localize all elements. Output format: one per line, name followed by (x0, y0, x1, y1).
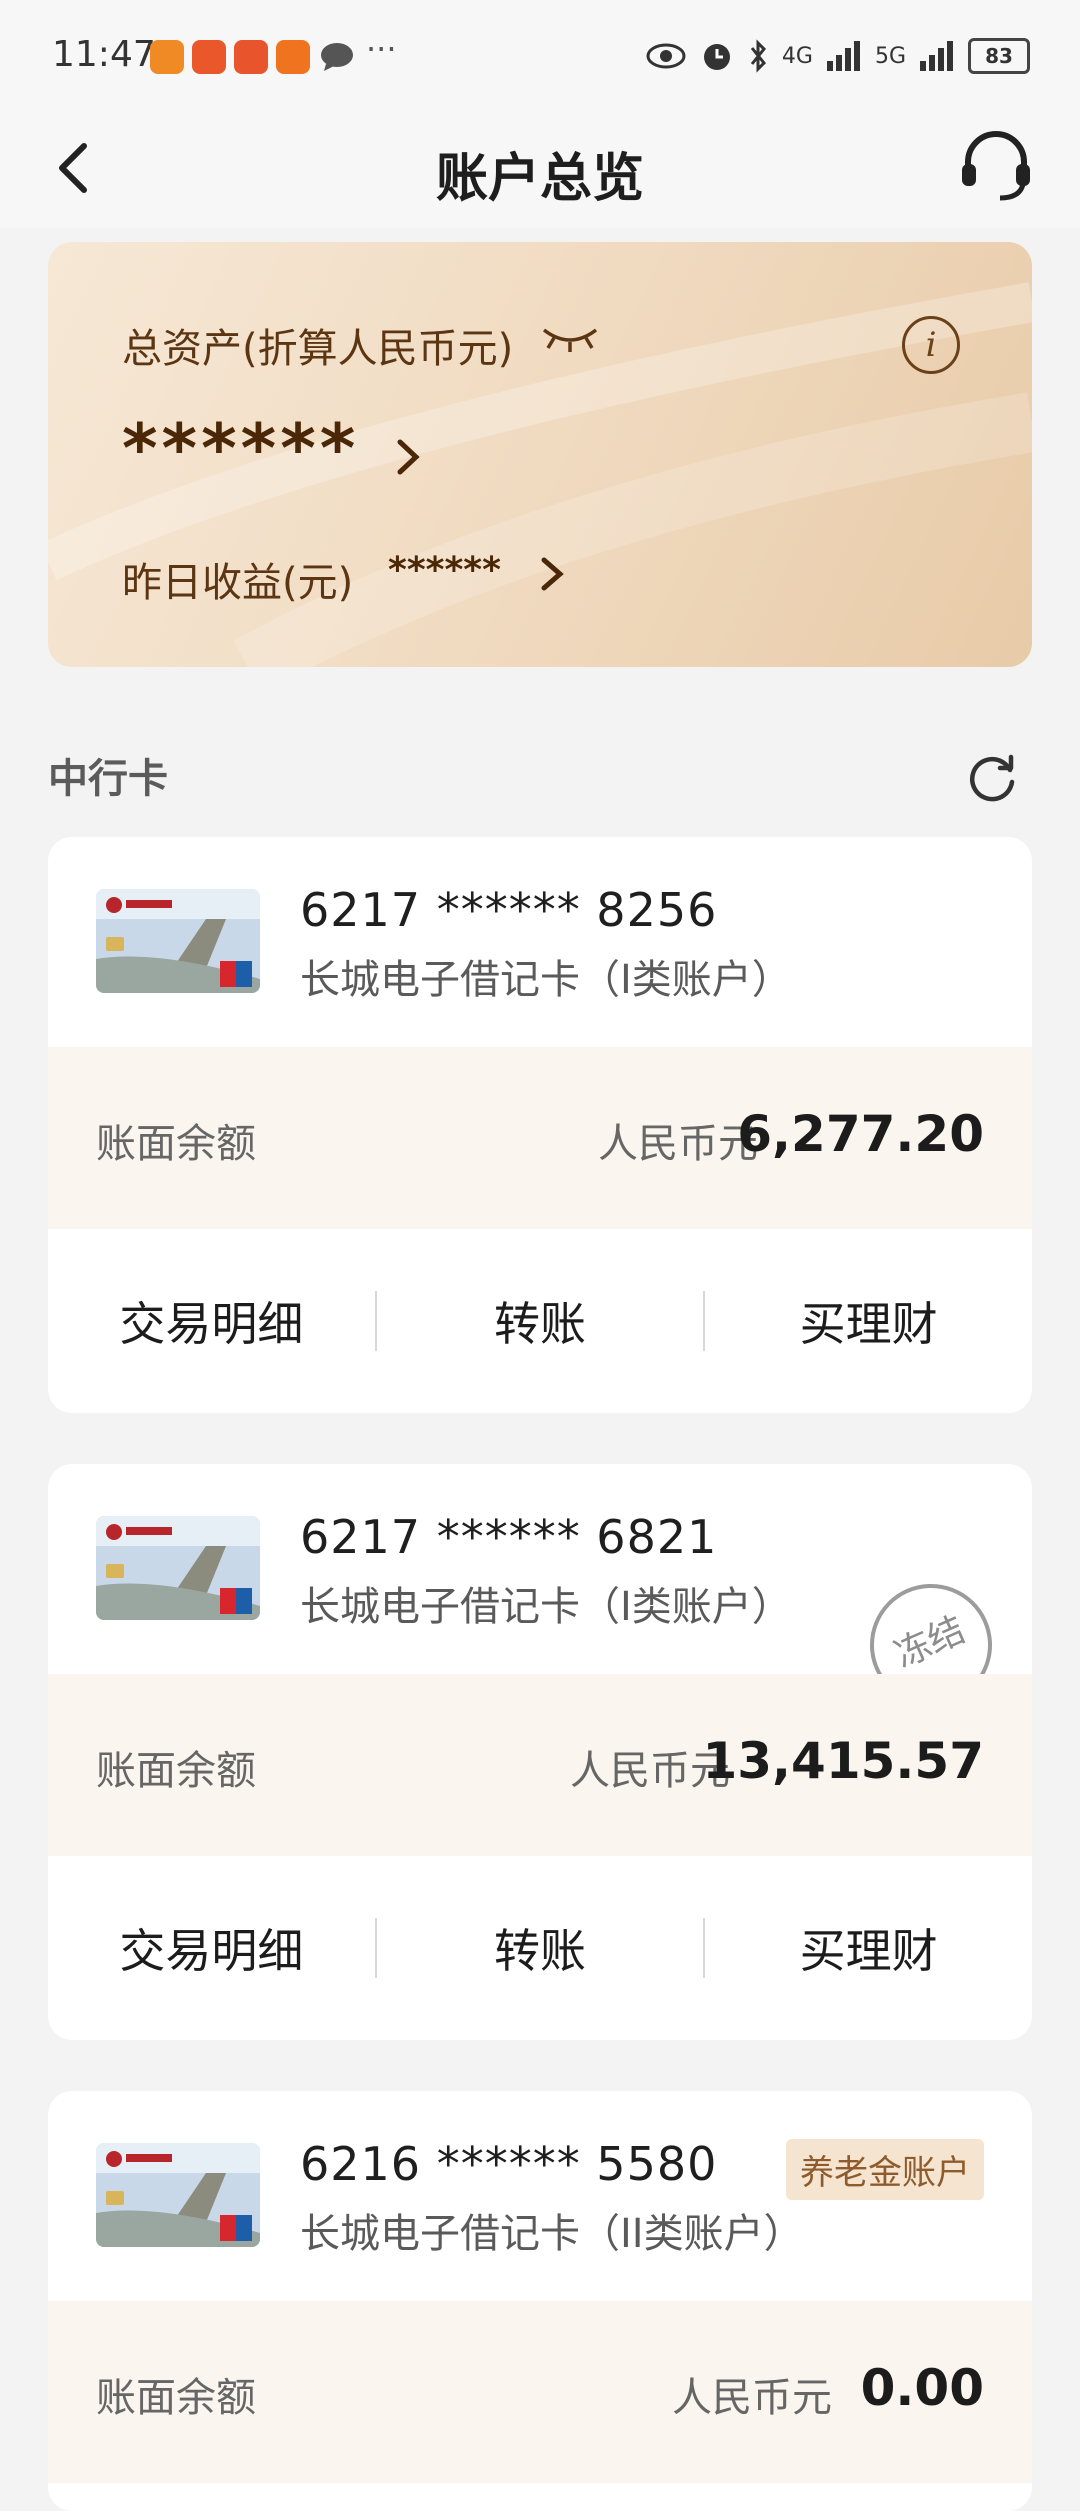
chevron-right-icon[interactable] (388, 432, 428, 482)
account-card[interactable]: 6217 ****** 8256 长城电子借记卡（I类账户） 账面余额 人民币元… (48, 837, 1032, 1413)
balance-row: 账面余额 人民币元 13,415.57 (48, 1674, 1032, 1856)
balance-label: 账面余额 (96, 1748, 256, 1794)
currency-label: 人民币元 (672, 2375, 832, 2421)
currency-label: 人民币元 (598, 1121, 758, 1167)
refresh-icon[interactable] (964, 748, 1020, 804)
signal-icon (920, 41, 953, 71)
total-assets-label: 总资产(折算人民币元) (122, 326, 514, 372)
customer-service-icon[interactable] (956, 126, 1036, 206)
card-type: 长城电子借记卡（I类账户） (300, 957, 792, 1003)
network-4g-label: 4G (781, 43, 813, 69)
total-assets-card[interactable]: 总资产(折算人民币元) i ****** 昨日收益(元) ****** (48, 242, 1032, 667)
battery-indicator: 83 (968, 38, 1030, 74)
notification-icon (276, 40, 310, 74)
status-time: 11:47 (52, 34, 156, 75)
bank-card-thumbnail (96, 889, 260, 993)
total-assets-value: ****** (122, 410, 360, 489)
hide-amount-icon[interactable] (540, 322, 600, 352)
notification-icon (192, 40, 226, 74)
section-title: 中行卡 (48, 756, 168, 802)
balance-amount: 13,415.57 (702, 1732, 984, 1790)
message-icon (321, 43, 353, 71)
balance-row: 账面余额 人民币元 0.00 (48, 2301, 1032, 2483)
info-icon[interactable]: i (902, 316, 960, 374)
transfer-button[interactable]: 转账 (377, 1288, 704, 1354)
account-card[interactable]: 6216 ****** 5580 长城电子借记卡（II类账户） 养老金账户 账面… (48, 2091, 1032, 2511)
yesterday-earnings-value: ****** (388, 550, 501, 591)
balance-amount: 0.00 (860, 2359, 984, 2417)
bluetooth-icon (750, 39, 766, 73)
pension-account-badge: 养老金账户 (786, 2139, 984, 2200)
card-type: 长城电子借记卡（I类账户） (300, 1584, 792, 1630)
balance-amount: 6,277.20 (737, 1105, 984, 1163)
card-actions: 交易明细 转账 买理财 (48, 1856, 1032, 2040)
card-type: 长城电子借记卡（II类账户） (300, 2211, 804, 2257)
signal-icon (826, 41, 860, 71)
account-card[interactable]: 6217 ****** 6821 长城电子借记卡（I类账户） 冻结 账面余额 人… (48, 1464, 1032, 2040)
balance-label: 账面余额 (96, 1121, 256, 1167)
chevron-right-icon[interactable] (532, 550, 572, 598)
transfer-button[interactable]: 转账 (377, 1915, 704, 1981)
eye-icon (646, 43, 686, 69)
notification-icon (234, 40, 268, 74)
transaction-details-button[interactable]: 交易明细 (48, 1915, 375, 1981)
yesterday-earnings-label: 昨日收益(元) (122, 560, 354, 606)
status-icons: 4G 5G 83 (646, 38, 1030, 74)
balance-label: 账面余额 (96, 2375, 256, 2421)
network-5g-label: 5G (874, 43, 906, 69)
bank-card-thumbnail (96, 2143, 260, 2247)
nav-header: 账户总览 (0, 118, 1080, 228)
notification-icon (150, 40, 184, 74)
buy-wealth-button[interactable]: 买理财 (705, 1288, 1032, 1354)
card-number: 6217 ****** 8256 (300, 883, 718, 937)
alarm-icon (703, 44, 730, 70)
card-actions: 交易明细 转账 买理财 (48, 1229, 1032, 1413)
page-title: 账户总览 (435, 149, 644, 209)
bank-card-thumbnail (96, 1516, 260, 1620)
balance-row: 账面余额 人民币元 6,277.20 (48, 1047, 1032, 1229)
card-number: 6216 ****** 5580 (300, 2137, 718, 2191)
transaction-details-button[interactable]: 交易明细 (48, 1288, 375, 1354)
buy-wealth-button[interactable]: 买理财 (705, 1915, 1032, 1981)
card-number: 6217 ****** 6821 (300, 1510, 718, 1564)
more-notifications-icon: ··· (366, 30, 397, 68)
status-bar: 11:47 ··· 4G 5G 83 (0, 0, 1080, 118)
